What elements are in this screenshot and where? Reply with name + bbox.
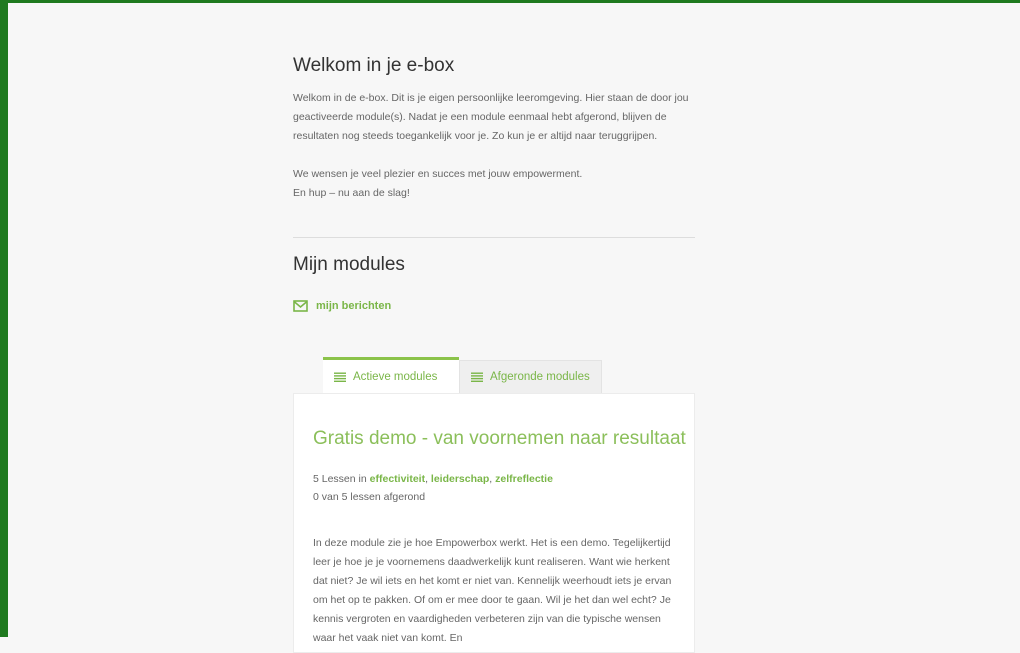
envelope-icon (293, 300, 308, 312)
category-link-leiderschap[interactable]: leiderschap (431, 473, 489, 485)
messages-link-label: mijn berichten (316, 300, 392, 312)
page-frame: Welkom in je e-box Welkom in de e-box. D… (0, 0, 1020, 653)
lessons-progress: 0 van 5 lessen afgerond (313, 491, 426, 503)
welcome-intro: Welkom in de e-box. Dit is je eigen pers… (293, 89, 695, 203)
welcome-paragraph-1: Welkom in de e-box. Dit is je eigen pers… (293, 92, 689, 142)
messages-link[interactable]: mijn berichten (293, 300, 391, 312)
tab-active-modules-label: Actieve modules (353, 370, 438, 383)
tab-active-modules[interactable]: Actieve modules (323, 357, 459, 393)
module-tabs: Actieve modules Afgeronde modules (323, 357, 602, 393)
tab-completed-modules[interactable]: Afgeronde modules (459, 360, 602, 393)
section-divider (293, 237, 695, 238)
modules-title: Mijn modules (293, 254, 405, 275)
module-description: In deze module zie je hoe Empowerbox wer… (313, 537, 672, 644)
module-title[interactable]: Gratis demo - van voornemen naar resulta… (313, 428, 686, 450)
welcome-title: Welkom in je e-box (293, 55, 455, 76)
list-icon (334, 372, 346, 382)
list-icon (471, 372, 483, 382)
tab-completed-modules-label: Afgeronde modules (490, 371, 590, 383)
module-meta: 5 Lessen in effectiviteit, leiderschap, … (313, 470, 553, 506)
category-link-effectiviteit[interactable]: effectiviteit (370, 473, 425, 485)
lessons-prefix: 5 Lessen in (313, 473, 367, 485)
welcome-wish-line: We wensen je veel plezier en succes met … (293, 168, 583, 180)
category-link-zelfreflectie[interactable]: zelfreflectie (495, 473, 553, 485)
welcome-paragraph-2: We wensen je veel plezier en succes met … (293, 165, 695, 203)
module-card: Gratis demo - van voornemen naar resulta… (293, 393, 695, 653)
welcome-call-to-action: En hup – nu aan de slag! (293, 187, 410, 199)
